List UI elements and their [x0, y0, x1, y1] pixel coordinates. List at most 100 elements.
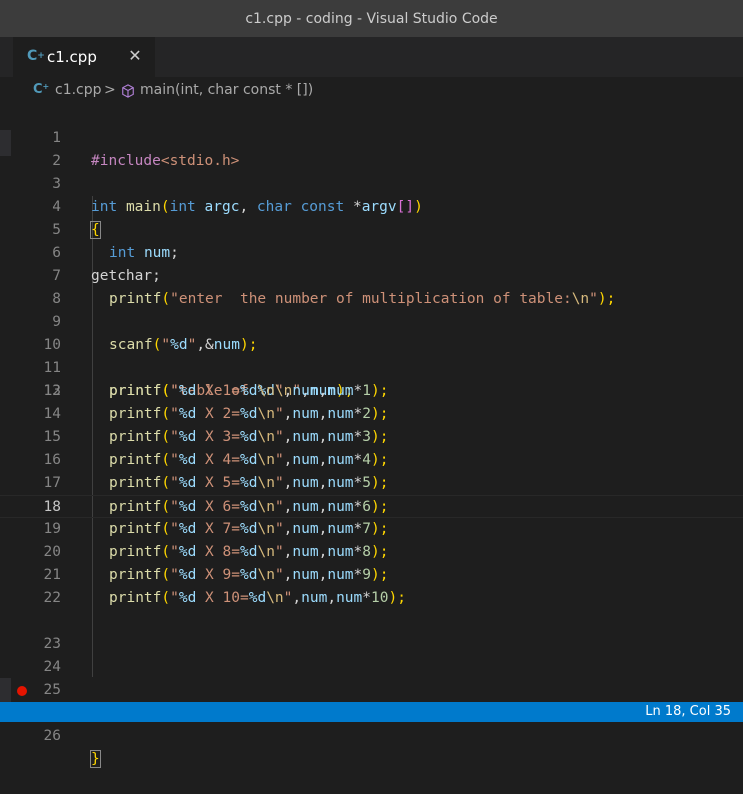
cursor-position[interactable]: Ln 18, Col 35 [645, 704, 731, 720]
code-token: ); [371, 383, 389, 399]
multiplier: 6 [222, 499, 232, 515]
multiplier-operand: 8 [362, 544, 372, 560]
tab-label: c1.cpp [47, 48, 97, 66]
code-line[interactable]: 20 printf("%d X 8=%d\n",num,num*8); [0, 541, 743, 564]
cpp-file-icon: C+ [27, 48, 45, 64]
code-token: printf [109, 521, 162, 537]
code-token: = [231, 475, 240, 491]
breakpoint-icon[interactable] [17, 686, 27, 696]
code-line[interactable]: 12 [0, 357, 743, 399]
code-token: X [196, 544, 223, 560]
code-token: X [196, 499, 223, 515]
code-token: printf [109, 452, 162, 468]
code-token: X [196, 429, 223, 445]
multiplier-operand: 4 [362, 452, 372, 468]
code-token: " [170, 521, 179, 537]
code-token: %d [240, 521, 258, 537]
code-token: " [274, 567, 284, 583]
code-line[interactable]: 8 [0, 265, 743, 307]
code-token: \n [257, 567, 275, 583]
code-line[interactable]: 21 printf("%d X 9=%d\n",num,num*9); [0, 564, 743, 587]
code-token: ( [161, 499, 171, 515]
code-line[interactable]: 23 [0, 610, 743, 652]
code-token: " [170, 590, 179, 606]
code-token: printf [109, 590, 162, 606]
code-line[interactable]: 9 scanf("%d",&num); [0, 288, 743, 353]
close-icon[interactable]: ✕ [127, 45, 143, 67]
code-line[interactable]: 11 printf("table of %d\n",num); [0, 334, 743, 399]
tab-c1-cpp[interactable]: C+ c1.cpp ✕ [13, 37, 155, 77]
code-token: = [231, 567, 240, 583]
code-line[interactable]: 15 printf("%d X 3=%d\n",num,num*3); [0, 426, 743, 449]
code-line[interactable]: 10 [0, 311, 743, 353]
code-token: num [292, 521, 319, 537]
code-line[interactable]: 14 printf("%d X 2=%d\n",num,num*2); [0, 403, 743, 426]
multiplier: 3 [222, 429, 232, 445]
code-line[interactable]: 13 printf("%d X 1=%d\n",num,num*1); [0, 380, 743, 403]
code-token: = [231, 544, 240, 560]
code-token: ( [161, 567, 171, 583]
breadcrumb-file[interactable]: c1.cpp [55, 82, 102, 98]
code-token: " [170, 544, 179, 560]
multiplier-operand: 1 [362, 383, 372, 399]
code-token: X [196, 521, 223, 537]
code-line[interactable]: 2 [0, 127, 743, 169]
code-line[interactable]: 6 getchar; [0, 219, 743, 284]
code-token: " [274, 475, 284, 491]
code-line[interactable]: 25 return 0; [0, 656, 743, 721]
code-line[interactable]: 22 printf("%d X 10=%d\n",num,num*10); [0, 587, 743, 610]
code-token: \n [257, 544, 275, 560]
cube-icon [122, 84, 134, 98]
code-token: X [196, 567, 223, 583]
code-token: ); [371, 544, 389, 560]
code-token: %d [178, 544, 197, 560]
multiplier: 9 [222, 567, 232, 583]
code-token: %d [248, 590, 267, 606]
code-token: num [327, 499, 354, 515]
code-token: " [170, 452, 179, 468]
line-number: 17 [43, 475, 61, 491]
code-token: ( [161, 383, 171, 399]
code-token: " [274, 429, 284, 445]
code-token: * [353, 406, 363, 422]
code-line[interactable]: 24 [0, 633, 743, 675]
code-line[interactable]: 7 printf("enter the number of multiplica… [0, 242, 743, 307]
code-token: " [170, 475, 179, 491]
code-token: num [327, 429, 354, 445]
code-token: ( [161, 406, 171, 422]
code-token: , [292, 590, 302, 606]
breadcrumb-symbol[interactable]: main(int, char const * []) [140, 82, 313, 98]
code-token: X [196, 475, 223, 491]
code-token: * [353, 452, 363, 468]
code-token: %d [240, 475, 258, 491]
code-token: num [292, 499, 319, 515]
code-token: %d [178, 429, 197, 445]
code-line[interactable]: 16 printf("%d X 4=%d\n",num,num*4); [0, 449, 743, 472]
code-line[interactable]: 4 { [0, 173, 743, 239]
code-token: * [353, 499, 363, 515]
code-line[interactable]: 5 int num; [0, 196, 743, 261]
code-token: " [274, 406, 284, 422]
code-token: num [292, 452, 319, 468]
code-token: %d [178, 567, 197, 583]
code-token: " [170, 499, 179, 515]
code-line[interactable]: 1 #include<stdio.h> [0, 104, 743, 169]
code-token: %d [178, 499, 197, 515]
code-token: * [353, 383, 363, 399]
code-line[interactable]: 3 int main(int argc, char const *argv[]) [0, 150, 743, 215]
code-token: * [362, 590, 372, 606]
code-editor[interactable]: 1 #include<stdio.h> 2 3 int main(int arg… [0, 104, 743, 768]
multiplier-operand: 7 [362, 521, 372, 537]
code-line[interactable]: 26 } [0, 679, 743, 768]
code-line[interactable]: 19 printf("%d X 7=%d\n",num,num*7); [0, 518, 743, 541]
multiplier-operand: 10 [371, 590, 389, 606]
title-bar: c1.cpp - coding - Visual Studio Code [0, 0, 743, 37]
code-line[interactable]: 17 printf("%d X 5=%d\n",num,num*5); [0, 472, 743, 495]
code-token: %d [178, 521, 197, 537]
line-number: 13 [43, 383, 61, 399]
code-token: num [292, 383, 319, 399]
line-number: 22 [43, 590, 61, 606]
code-token: , [327, 590, 337, 606]
code-line[interactable]: 18 printf("%d X 6=%d\n",num,num*6); [0, 495, 743, 518]
window-title: c1.cpp - coding - Visual Studio Code [245, 10, 498, 27]
